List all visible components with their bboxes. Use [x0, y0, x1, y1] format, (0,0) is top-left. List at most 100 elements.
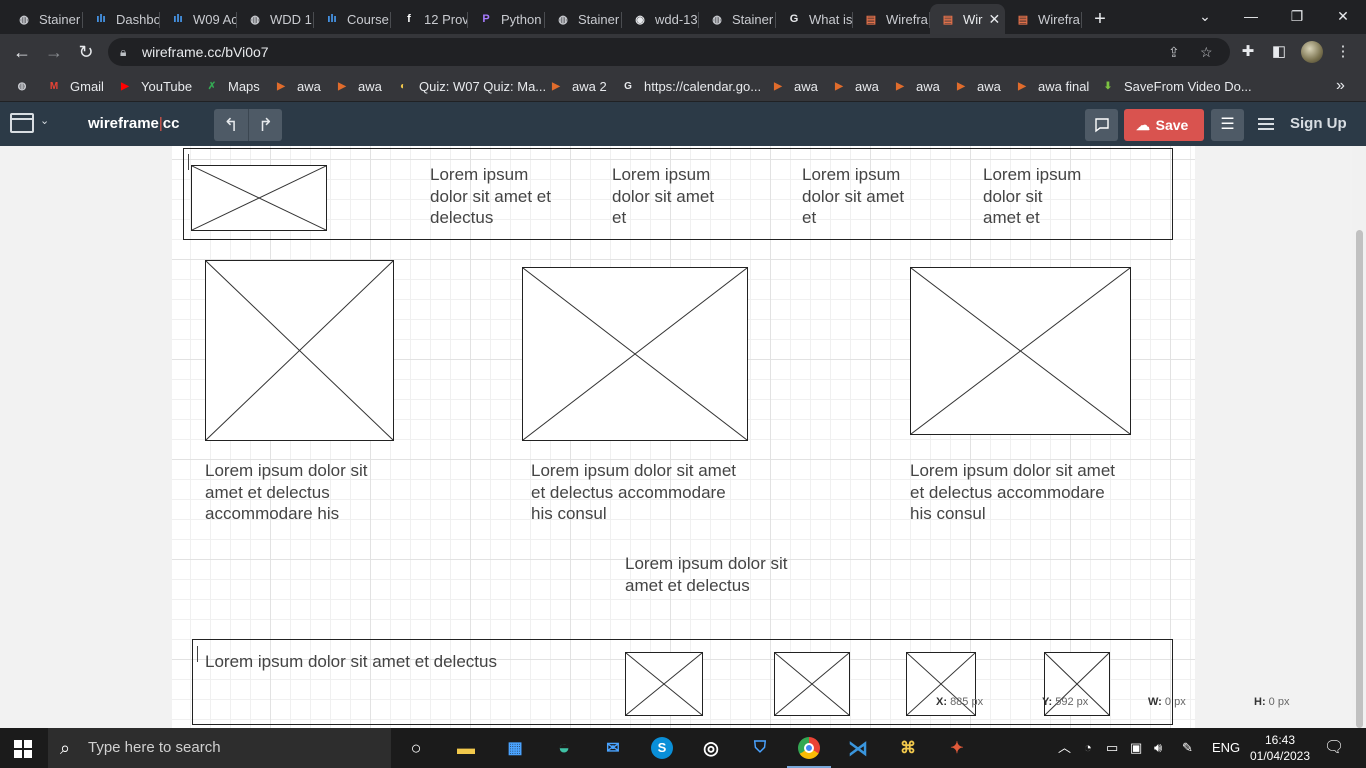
redo-button[interactable]: ↱ — [248, 109, 282, 141]
vscode-icon[interactable]: ⋊ — [844, 734, 872, 762]
file-explorer-icon[interactable]: ▬ — [452, 734, 480, 762]
settings-sliders-button[interactable]: ☰ — [1211, 109, 1244, 141]
bookmark-item[interactable]: ▶ awa — [770, 76, 818, 96]
bookmark-item[interactable]: ▶ awa — [892, 76, 940, 96]
bookmarks-overflow-icon[interactable]: » — [1336, 76, 1345, 96]
chrome-icon[interactable] — [787, 734, 831, 768]
chevron-down-icon[interactable]: ⌄ — [40, 114, 49, 127]
restore-icon[interactable]: ❐ — [1274, 0, 1320, 32]
reload-icon[interactable]: ↻ — [74, 40, 98, 64]
tab-label: Wir — [963, 11, 983, 27]
app-pinned-icon[interactable]: ✦ — [943, 734, 971, 762]
browser-tab[interactable]: ▤ Wir ✕ — [930, 4, 1005, 34]
edge-icon[interactable]: ◒ — [550, 734, 578, 762]
wireframe-page[interactable]: Lorem ipsum dolor sit amet et delectus L… — [172, 146, 1195, 728]
caption-text-1[interactable]: Lorem ipsum dolor sit amet et delectus a… — [205, 460, 395, 525]
logo-image-placeholder[interactable] — [191, 165, 327, 231]
sign-up-link[interactable]: Sign Up — [1258, 115, 1347, 133]
w-label: W: — [1148, 696, 1162, 708]
battery-icon[interactable]: ▭ — [1106, 728, 1118, 768]
bookmark-item[interactable]: ▶ awa — [831, 76, 879, 96]
browser-tab[interactable]: G What is — [776, 4, 853, 34]
browser-tab[interactable]: ◍ Stainer — [699, 4, 776, 34]
browser-tab[interactable]: ılı Dashbo — [83, 4, 160, 34]
bookmark-item[interactable]: Ghttps://calendar.go... — [620, 76, 761, 96]
back-icon[interactable]: ← — [10, 40, 34, 64]
bookmark-item[interactable]: ◐ Quiz: W07 Quiz: Ma... — [395, 76, 546, 96]
new-tab-button[interactable]: + — [1082, 4, 1118, 34]
bookmark-item[interactable]: ▶ awa — [334, 76, 382, 96]
canvas-scrollbar-thumb[interactable] — [1356, 230, 1363, 728]
nav-text-1[interactable]: Lorem ipsum dolor sit amet et delectus — [430, 164, 552, 229]
kebab-menu-icon[interactable]: ⋮ — [1333, 42, 1353, 62]
canvas-area[interactable]: Lorem ipsum dolor sit amet et delectus L… — [0, 146, 1366, 728]
bookmark-item[interactable]: ▶ awa final — [1014, 76, 1089, 96]
browser-tab[interactable]: ◍ WDD 1 — [237, 4, 314, 34]
taskbar-search-box[interactable]: ⌕ Type here to search — [48, 728, 391, 768]
bookmark-item[interactable]: M Gmail — [46, 76, 104, 96]
bookmark-item[interactable]: ▶ YouTube — [117, 76, 192, 96]
comment-button[interactable] — [1085, 109, 1118, 141]
cortana-icon[interactable]: ○ — [402, 734, 430, 762]
caption-text-2[interactable]: Lorem ipsum dolor sit amet et delectus a… — [531, 460, 741, 525]
close-tab-icon[interactable]: ✕ — [989, 11, 1001, 28]
content-image-placeholder-2[interactable] — [522, 267, 748, 441]
profile-avatar[interactable] — [1301, 41, 1323, 63]
bookmark-item[interactable]: ▶ awa — [953, 76, 1001, 96]
w-value: 0 px — [1164, 696, 1186, 708]
python-icon[interactable]: ⌘ — [894, 734, 922, 762]
address-bar[interactable]: 🔒︎ wireframe.cc/bVi0o7 ⇪ ☆ — [108, 38, 1230, 66]
tray-overflow-icon[interactable]: ︿ — [1058, 728, 1071, 768]
footer-image-placeholder-1[interactable] — [625, 652, 703, 716]
media-player-icon[interactable]: ◎ — [697, 734, 725, 762]
security-shield-icon[interactable]: ⛉ — [746, 734, 774, 762]
extensions-icon[interactable]: ✚ — [1238, 42, 1258, 62]
browser-tab[interactable]: ▤ Wirefra — [853, 4, 930, 34]
close-window-icon[interactable]: ✕ — [1320, 0, 1366, 32]
side-panel-icon[interactable]: ◧ — [1269, 42, 1289, 62]
volume-icon[interactable]: 🔊︎ — [1154, 728, 1162, 768]
hamburger-icon — [1258, 115, 1274, 133]
pen-icon[interactable]: ✎ — [1182, 728, 1193, 768]
browser-tab[interactable]: ılı W09 Ac — [160, 4, 237, 34]
browser-tab[interactable]: ılı Course — [314, 4, 391, 34]
browser-tab[interactable]: ◍ Stainer — [545, 4, 622, 34]
footer-image-placeholder-2[interactable] — [774, 652, 850, 716]
browser-tab[interactable]: ◍ Stainer — [6, 4, 83, 34]
skype-icon[interactable]: S — [648, 734, 676, 762]
bookmark-star-icon[interactable]: ☆ — [1200, 38, 1213, 66]
content-image-placeholder-3[interactable] — [910, 267, 1131, 435]
nav-text-3[interactable]: Lorem ipsum dolor sit amet et — [802, 164, 914, 229]
bookmark-item[interactable]: ◍ — [14, 76, 38, 96]
browser-tab[interactable]: f 12 Prov — [391, 4, 468, 34]
forward-icon[interactable]: → — [42, 40, 66, 64]
caption-text-3[interactable]: Lorem ipsum dolor sit amet et delectus a… — [910, 460, 1120, 525]
language-indicator[interactable]: ENG — [1212, 728, 1240, 768]
footer-text[interactable]: Lorem ipsum dolor sit amet et delectus — [205, 651, 565, 673]
display-icon[interactable]: ▣ — [1130, 728, 1142, 768]
browser-tab[interactable]: P Python — [468, 4, 545, 34]
save-button[interactable]: ☁ Save — [1124, 109, 1204, 141]
bookmark-item[interactable]: ▶ awa — [273, 76, 321, 96]
bookmark-item[interactable]: ✗ Maps — [204, 76, 260, 96]
undo-button[interactable]: ↰ — [214, 109, 248, 141]
store-icon[interactable]: ▦ — [501, 734, 529, 762]
network-icon[interactable]: ◔ — [1084, 728, 1092, 768]
share-icon[interactable]: ⇪ — [1168, 38, 1180, 66]
content-image-placeholder-1[interactable] — [205, 260, 394, 441]
bookmark-item[interactable]: ⬇ SaveFrom Video Do... — [1100, 76, 1252, 96]
minimize-icon[interactable]: — — [1228, 0, 1274, 32]
nav-text-4[interactable]: Lorem ipsum dolor sit amet et — [983, 164, 1083, 229]
tab-search-icon[interactable]: ⌄ — [1182, 0, 1228, 32]
window-menu-icon[interactable] — [10, 113, 34, 133]
browser-tab[interactable]: ▤ Wirefra — [1005, 4, 1082, 34]
mail-icon[interactable]: ✉ — [599, 734, 627, 762]
nav-text-2[interactable]: Lorem ipsum dolor sit amet et — [612, 164, 730, 229]
clock[interactable]: 16:43 01/04/2023 — [1246, 732, 1314, 764]
browser-tab[interactable]: ◉ wdd-13 — [622, 4, 699, 34]
notifications-icon[interactable]: 🗨︎ — [1324, 728, 1344, 768]
brand-logo[interactable]: wireframe|cc — [88, 115, 179, 132]
windows-start-icon[interactable] — [14, 740, 32, 758]
center-text[interactable]: Lorem ipsum dolor sit amet et delectus — [625, 553, 815, 596]
bookmark-item[interactable]: ▶ awa 2 — [548, 76, 607, 96]
